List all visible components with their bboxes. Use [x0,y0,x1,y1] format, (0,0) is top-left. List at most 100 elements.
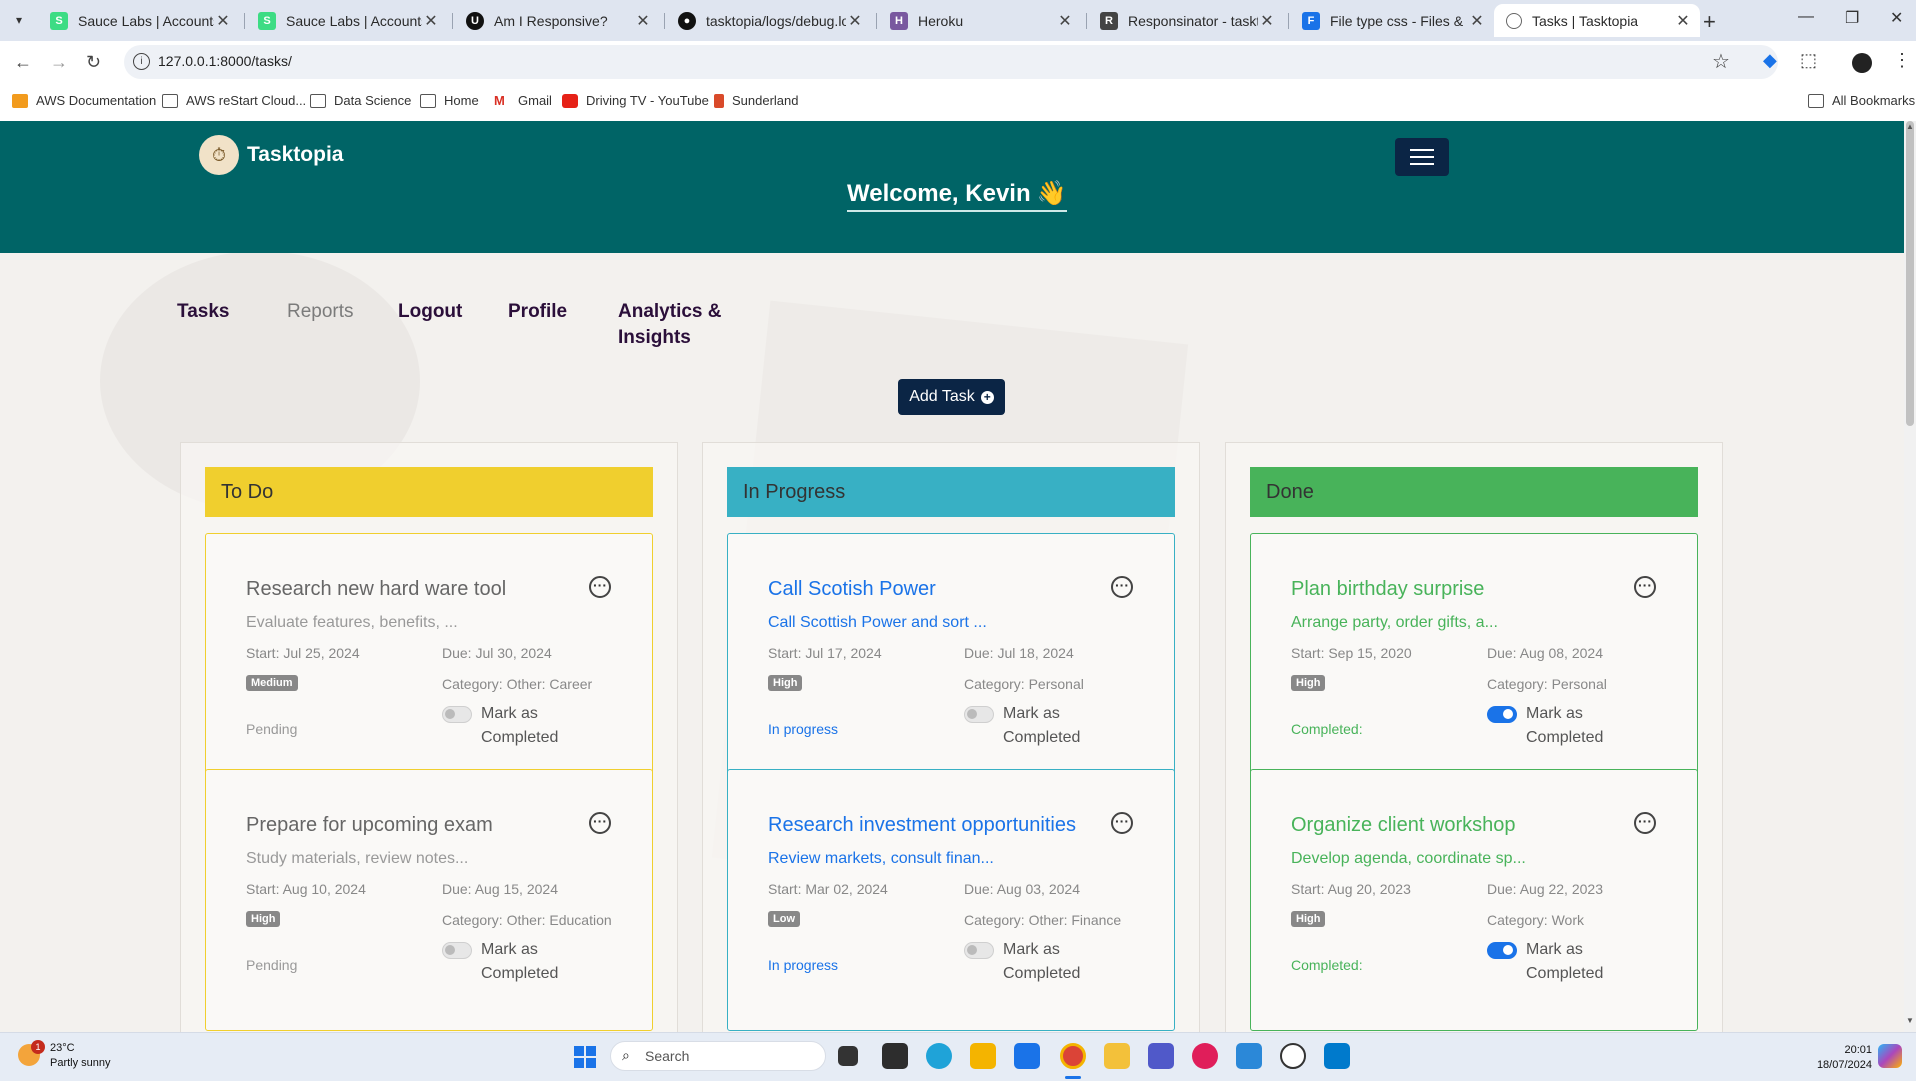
bookmark-item[interactable]: Driving TV - YouTube [562,93,709,108]
task-title[interactable]: Call Scotish Power [768,578,936,601]
bookmark-item[interactable]: Sunderland [714,93,799,108]
new-tab-plus-icon[interactable]: + [1703,9,1716,35]
extension-graduation-cap-icon[interactable]: ◆ [1763,50,1777,71]
task-card[interactable]: Research investment opportunities ··· Revi… [727,769,1175,1031]
clock-date[interactable]: 18/07/2024 [1796,1059,1872,1071]
task-title[interactable]: Research investment opportunities [768,814,1076,837]
brand-name[interactable]: Tasktopia [247,143,343,167]
scroll-up-arrow-icon[interactable]: ▲ [1906,122,1914,131]
windows-start-icon[interactable] [574,1046,596,1068]
browser-tab-active[interactable]: Tasks | Tasktopia ✕ [1494,4,1700,37]
task-title[interactable]: Research new hard ware tool [246,578,506,601]
task-card[interactable]: Research new hard ware tool ··· Evaluate f… [205,533,653,795]
more-options-icon[interactable]: ··· [589,812,611,834]
task-view-icon[interactable] [838,1046,858,1066]
mark-completed-toggle[interactable] [1487,706,1517,723]
reload-icon[interactable]: ↻ [86,52,101,73]
nav-logout[interactable]: Logout [398,299,462,325]
browser-tab[interactable]: R Responsinator - tasktopia ✕ [1088,4,1284,37]
office-app-icon[interactable] [970,1043,996,1069]
close-tab-icon[interactable]: ✕ [1258,11,1276,31]
close-tab-icon[interactable]: ✕ [1056,11,1074,31]
task-card[interactable]: Prepare for upcoming exam ··· Study materi… [205,769,653,1031]
emoji-app-icon[interactable] [1280,1043,1306,1069]
more-options-icon[interactable]: ··· [1634,812,1656,834]
chrome-browser-icon[interactable] [1060,1043,1086,1069]
browser-tab[interactable]: S Sauce Labs | Accounts ✕ [246,4,448,37]
tab-separator [452,13,453,29]
task-card[interactable]: Plan birthday surprise ··· Arrange party, … [1250,533,1698,795]
profile-avatar-icon[interactable] [1852,53,1872,73]
copilot-icon[interactable] [1878,1044,1902,1068]
nav-reports[interactable]: Reports [287,299,354,325]
nav-profile[interactable]: Profile [508,299,567,325]
extensions-puzzle-icon[interactable]: ⬚ [1800,50,1817,71]
address-bar[interactable] [124,45,1778,79]
microsoft-store-icon[interactable] [1014,1043,1040,1069]
edge-browser-icon[interactable] [926,1043,952,1069]
browser-tab[interactable]: S Sauce Labs | Accounts ✕ [38,4,240,37]
minimize-icon[interactable]: — [1798,8,1814,26]
vscode-icon[interactable] [1324,1043,1350,1069]
url-text[interactable]: 127.0.0.1:8000/tasks/ [158,53,292,69]
browser-tab[interactable]: F File type css - Files & Folders ✕ [1290,4,1494,37]
add-task-button[interactable]: Add Task + [898,379,1005,415]
tasktopia-logo-icon[interactable]: ⏱ [199,135,239,175]
tab-search-chevron-icon[interactable]: ▾ [9,10,29,30]
task-status: Completed: [1291,957,1363,973]
nav-tasks[interactable]: Tasks [177,299,229,325]
bookmarks-bar: AWS Documentation AWS reStart Cloud... D… [0,85,1916,122]
more-options-icon[interactable]: ··· [1634,576,1656,598]
back-arrow-icon[interactable]: ← [14,52,32,73]
task-card[interactable]: Call Scotish Power ··· Call Scottish Power… [727,533,1175,795]
weather-description[interactable]: Partly sunny [50,1057,111,1069]
site-info-icon[interactable]: i [133,53,150,70]
mark-completed-toggle[interactable] [1487,942,1517,959]
bookmark-item[interactable]: AWS reStart Cloud... [162,93,306,108]
teams-icon[interactable] [1148,1043,1174,1069]
photos-app-icon[interactable] [1236,1043,1262,1069]
scroll-down-arrow-icon[interactable]: ▼ [1906,1016,1914,1025]
task-title[interactable]: Prepare for upcoming exam [246,814,493,837]
mark-completed-toggle[interactable] [964,942,994,959]
nav-analytics-insights[interactable]: Analytics & Insights [618,299,728,351]
bookmark-item[interactable]: Home [420,93,479,108]
taskbar-search-box[interactable] [610,1041,826,1071]
bookmark-star-icon[interactable]: ☆ [1712,49,1730,74]
close-tab-icon[interactable]: ✕ [422,11,440,31]
all-bookmarks[interactable]: All Bookmarks [1808,93,1915,108]
clock-time[interactable]: 20:01 [1822,1044,1872,1056]
taskbar-search-placeholder[interactable]: Search [645,1048,689,1064]
task-title[interactable]: Plan birthday surprise [1291,578,1484,601]
page-scrollbar[interactable] [1904,121,1916,1032]
dg-app-icon[interactable] [882,1043,908,1069]
window-close-icon[interactable]: ✕ [1890,8,1903,28]
more-options-icon[interactable]: ··· [1111,812,1133,834]
close-tab-icon[interactable]: ✕ [846,11,864,31]
close-tab-icon[interactable]: ✕ [1674,11,1692,31]
more-options-icon[interactable]: ··· [1111,576,1133,598]
browser-tab[interactable]: H Heroku ✕ [878,4,1082,37]
close-tab-icon[interactable]: ✕ [1468,11,1486,31]
restore-icon[interactable]: ❐ [1845,8,1859,28]
forward-arrow-icon[interactable]: → [50,52,68,73]
browser-tab[interactable]: U Am I Responsive? ✕ [454,4,660,37]
task-card[interactable]: Organize client workshop ··· Develop agend… [1250,769,1698,1031]
task-title[interactable]: Organize client workshop [1291,814,1516,837]
file-explorer-icon[interactable] [1104,1043,1130,1069]
mark-completed-toggle[interactable] [964,706,994,723]
browser-tab[interactable]: ● tasktopia/logs/debug.log ✕ [666,4,872,37]
scrollbar-thumb[interactable] [1906,121,1914,426]
hamburger-menu-button[interactable] [1395,138,1449,176]
close-tab-icon[interactable]: ✕ [214,11,232,31]
weather-temperature[interactable]: 23°C [50,1042,75,1054]
bookmark-item[interactable]: Data Science [310,93,411,108]
bookmark-item[interactable]: AWS Documentation [12,93,156,108]
close-tab-icon[interactable]: ✕ [634,11,652,31]
slack-icon[interactable] [1192,1043,1218,1069]
mark-completed-toggle[interactable] [442,706,472,723]
chrome-menu-icon[interactable]: ⋮ [1893,50,1911,71]
more-options-icon[interactable]: ··· [589,576,611,598]
bookmark-item[interactable]: M Gmail [494,93,552,108]
mark-completed-toggle[interactable] [442,942,472,959]
